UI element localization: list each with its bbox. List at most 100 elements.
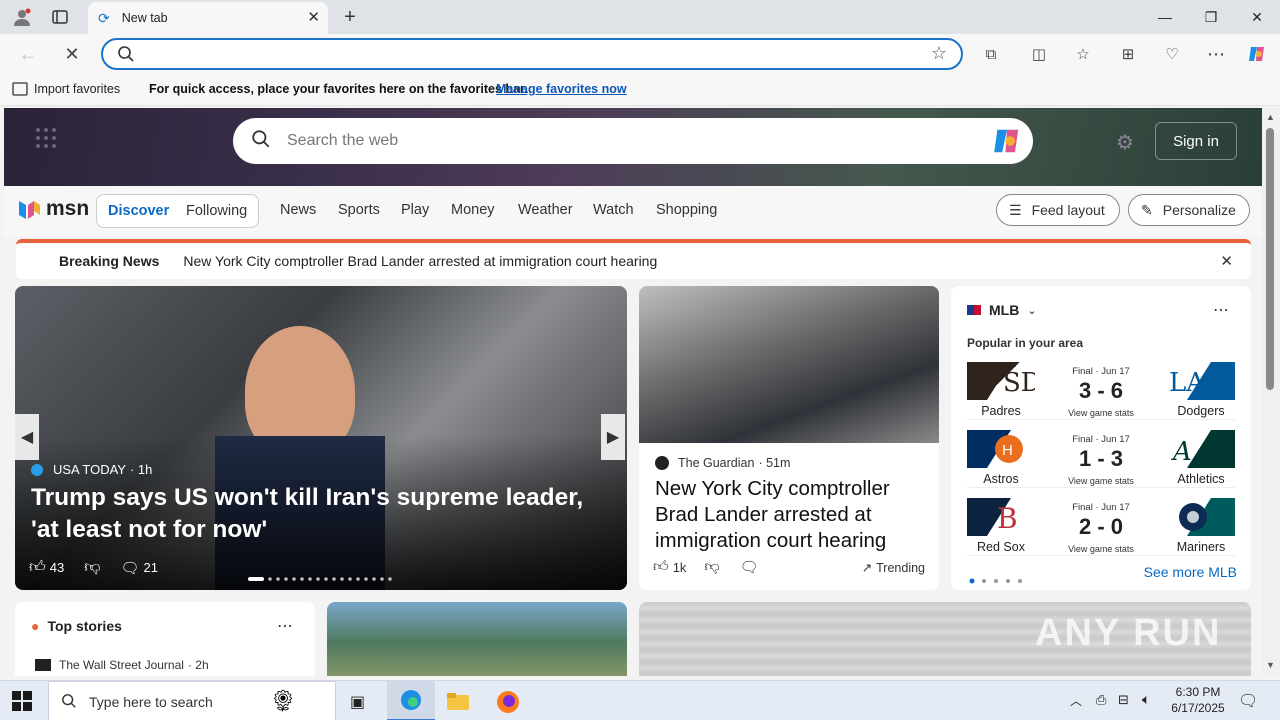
- msn-butterfly-icon: [19, 201, 40, 219]
- hero-banner: Search the web ⚙ Sign in: [4, 108, 1262, 186]
- view-game-stats-link[interactable]: View game stats: [1057, 544, 1145, 554]
- personalize-label: Personalize: [1162, 202, 1236, 218]
- carousel-next-icon[interactable]: ▶: [601, 414, 625, 460]
- carousel-prev-icon[interactable]: ◀: [15, 414, 39, 460]
- dislike-icon[interactable]: 👎︎: [704, 558, 719, 576]
- nav-money[interactable]: Money: [451, 202, 495, 218]
- dislike-icon[interactable]: 👎︎: [84, 558, 100, 577]
- taskbar-search-box[interactable]: Type here to search 🌻︎: [48, 681, 336, 720]
- edge-taskbar-icon[interactable]: [387, 681, 435, 720]
- mlb-game-row[interactable]: B Red Sox Final · Jun 17 2 - 0 View game…: [967, 498, 1235, 556]
- like-icon[interactable]: 👍︎: [653, 558, 669, 576]
- nav-play[interactable]: Play: [401, 202, 429, 218]
- windows-start-icon[interactable]: [12, 691, 32, 716]
- nav-shopping[interactable]: Shopping: [656, 202, 717, 218]
- task-view-icon[interactable]: ▣: [350, 692, 365, 712]
- manage-favorites-link[interactable]: Manage favorites now: [496, 82, 627, 96]
- comment-icon[interactable]: 🗨︎: [120, 559, 139, 577]
- tab-following[interactable]: Following: [186, 203, 247, 219]
- import-favorites-link[interactable]: Import favorites: [34, 82, 120, 96]
- volume-icon[interactable]: 🔈︎: [1142, 691, 1150, 708]
- favorites-icon[interactable]: ☆: [1071, 42, 1095, 66]
- restore-icon[interactable]: ❐: [1188, 0, 1234, 34]
- game-status: Final · Jun 17: [1072, 502, 1130, 513]
- scroll-down-icon[interactable]: ▼: [1266, 660, 1275, 670]
- page-scrollbar[interactable]: ▲ ▼: [1262, 108, 1280, 676]
- hero-story-card[interactable]: ◀ ▶ USA TODAY · 1h Trump says US won't k…: [15, 286, 627, 590]
- svg-text:H: H: [1002, 442, 1013, 459]
- extensions-icon[interactable]: ⧉: [979, 42, 1003, 66]
- see-more-mlb-link[interactable]: See more MLB: [1144, 564, 1237, 580]
- sign-in-button[interactable]: Sign in: [1155, 122, 1237, 160]
- breaking-news-bar[interactable]: Breaking News New York City comptroller …: [16, 239, 1251, 279]
- mlb-game-row[interactable]: H Astros Final · Jun 17 1 - 3 View game …: [967, 430, 1235, 488]
- scroll-up-icon[interactable]: ▲: [1266, 112, 1275, 122]
- scrollbar-thumb[interactable]: [1266, 128, 1274, 390]
- feed-layout-button[interactable]: ☰ Feed layout: [996, 194, 1120, 226]
- firefox-icon[interactable]: [496, 690, 520, 719]
- game-score: 3 - 6: [1078, 378, 1124, 403]
- show-hidden-icons-icon[interactable]: ︿: [1070, 692, 1082, 709]
- story-headline[interactable]: New York City comptroller Brad Lander ar…: [655, 476, 925, 554]
- split-screen-icon[interactable]: ◫: [1027, 42, 1051, 66]
- more-menu-icon[interactable]: ⋯: [1204, 42, 1228, 66]
- favorites-bar: Import favorites For quick access, place…: [0, 74, 1280, 106]
- more-options-icon[interactable]: ⋯: [1213, 300, 1229, 320]
- mlb-pagination-dots[interactable]: [969, 571, 1029, 589]
- tab-actions-icon[interactable]: [48, 5, 72, 29]
- second-story-card[interactable]: The Guardian · 51m New York City comptro…: [639, 286, 939, 590]
- chevron-down-icon[interactable]: ⌄: [1027, 304, 1036, 317]
- tab-new-tab[interactable]: ⟳ New tab ✕: [88, 2, 328, 34]
- view-game-stats-link[interactable]: View game stats: [1057, 408, 1145, 418]
- team-right: Mariners: [1176, 540, 1226, 554]
- search-icon: [251, 129, 271, 154]
- file-explorer-icon[interactable]: [446, 690, 470, 717]
- copilot-icon[interactable]: [991, 125, 1023, 162]
- toolbar: ← ✕ ☆ ⧉ ◫ ☆ ⊞ ♡ ⋯: [0, 34, 1280, 74]
- mlb-header[interactable]: MLB ⌄: [967, 302, 1037, 318]
- more-options-icon[interactable]: ⋯: [277, 616, 293, 636]
- settings-gear-icon[interactable]: ⚙: [1116, 130, 1134, 155]
- personalize-button[interactable]: ✎ Personalize: [1128, 194, 1250, 226]
- back-icon[interactable]: ←: [16, 42, 40, 66]
- carousel-dots[interactable]: [248, 568, 398, 581]
- mlb-game-row[interactable]: SD Padres Final · Jun 17 3 - 6 View game…: [967, 362, 1235, 420]
- watermark-text: ANY RUN: [1035, 612, 1222, 654]
- close-icon[interactable]: ✕: [1220, 252, 1233, 270]
- view-game-stats-link[interactable]: View game stats: [1057, 476, 1145, 486]
- close-window-icon[interactable]: ✕: [1234, 0, 1280, 34]
- profile-icon[interactable]: [10, 5, 34, 29]
- story-card-bottom[interactable]: ANY RUN: [639, 602, 1251, 676]
- msn-logo[interactable]: msn: [16, 196, 89, 222]
- hero-headline[interactable]: Trump says US won't kill Iran's supreme …: [31, 482, 611, 546]
- browser-essentials-icon[interactable]: ♡: [1160, 42, 1184, 66]
- game-status: Final · Jun 17: [1072, 434, 1130, 445]
- apps-grid-icon[interactable]: [34, 126, 58, 150]
- msn-search-box[interactable]: Search the web: [233, 118, 1033, 164]
- device-icon[interactable]: ⎙: [1096, 692, 1106, 708]
- stop-icon[interactable]: ✕: [60, 42, 84, 66]
- favorite-star-icon[interactable]: ☆: [931, 43, 947, 64]
- search-placeholder: Search the web: [287, 132, 399, 149]
- nav-watch[interactable]: Watch: [593, 202, 634, 218]
- hide-story-icon[interactable]: 🗨︎: [740, 558, 759, 576]
- nav-weather[interactable]: Weather: [518, 202, 573, 218]
- clock[interactable]: 6:30 PM 6/17/2025: [1166, 684, 1230, 716]
- breaking-news-headline[interactable]: New York City comptroller Brad Lander ar…: [183, 253, 657, 269]
- wsj-logo-icon: [35, 659, 51, 671]
- collections-icon[interactable]: ⊞: [1116, 42, 1140, 66]
- close-tab-icon[interactable]: ✕: [307, 8, 320, 26]
- hero-source: USA TODAY · 1h: [31, 462, 152, 477]
- tab-discover[interactable]: Discover: [108, 203, 169, 219]
- game-promo-card[interactable]: [327, 602, 627, 676]
- nav-news[interactable]: News: [280, 202, 316, 218]
- network-icon[interactable]: ⊟: [1118, 692, 1129, 708]
- address-bar[interactable]: ☆: [101, 38, 963, 70]
- copilot-icon[interactable]: [1245, 42, 1269, 66]
- nav-sports[interactable]: Sports: [338, 202, 380, 218]
- hero-like-count: 43: [49, 560, 65, 575]
- like-icon[interactable]: 👍︎: [29, 558, 46, 577]
- minimize-icon[interactable]: —: [1142, 0, 1188, 34]
- notifications-icon[interactable]: 🗨︎: [1238, 691, 1258, 711]
- new-tab-icon[interactable]: +: [338, 5, 362, 29]
